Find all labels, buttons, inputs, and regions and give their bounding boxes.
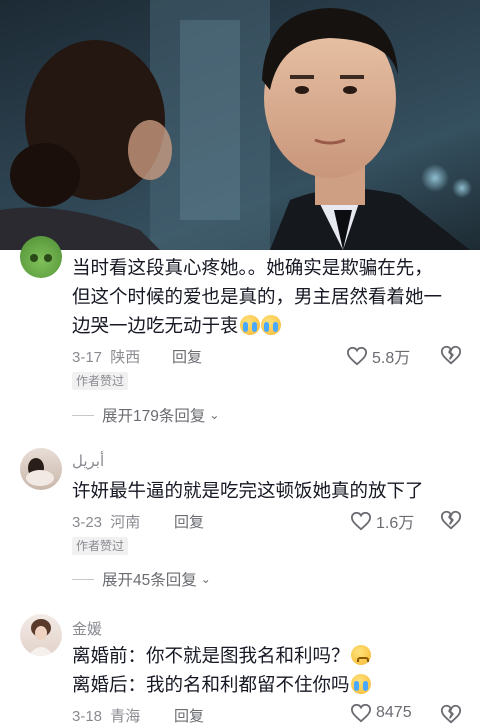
author-liked-badge: 作者赞过 [72,372,129,390]
comment-line: 离婚前：你不就是图我名和利吗？ [72,645,350,666]
comment-meta: 3-17 陕西 [72,346,140,367]
crying-emoji-icon [239,315,260,335]
reply-button[interactable]: 回复 [174,511,204,532]
broken-heart-icon[interactable] [440,509,462,531]
comment-text: 许妍最牛逼的就是吃完这顿饭她真的放下了 [72,476,468,505]
comment-username[interactable]: 金媛 [72,618,102,639]
comment-location: 陕西 [110,349,141,366]
chevron-down-icon: ⌄ [209,408,220,422]
video-scene [0,0,472,250]
comment-line-with-emoji: 边哭一边吃无动于衷 [72,311,468,340]
avatar-image-icon [30,254,52,262]
comment-date: 3-17 [72,349,103,366]
comment-line: 边哭一边吃无动于衷 [72,315,239,336]
comment-line-with-emoji: 离婚后：我的名和利都留不住你吗 [72,670,468,699]
like-button[interactable]: 1.6万 [350,509,414,533]
comment-meta: 3-23 河南 [72,511,140,532]
comment-date: 3-23 [72,514,103,531]
like-count: 8475 [376,704,412,721]
comment-date: 3-18 [72,708,103,725]
heart-outline-icon [346,346,368,366]
comment-line: 许妍最牛逼的就是吃完这顿饭她真的放下了 [72,480,424,501]
chevron-down-icon: ⌄ [200,572,211,586]
like-button[interactable]: 5.8万 [346,344,410,368]
expand-divider [72,414,94,416]
reply-button[interactable]: 回复 [172,346,202,367]
avatar[interactable] [20,448,62,490]
comment-location: 河南 [110,514,141,531]
crying-emoji-icon [350,674,371,694]
expand-replies-label: 展开179条回复 [102,408,206,425]
avatar-image-icon [26,458,54,486]
expand-replies[interactable]: 展开179条回复 ⌄ [72,404,219,426]
expand-divider [72,578,94,580]
crying-emoji-icon [260,315,281,335]
heart-outline-icon [350,703,372,723]
avatar[interactable] [20,236,62,278]
broken-heart-icon[interactable] [440,703,462,725]
comment-location: 青海 [110,708,141,725]
comment-line: 当时看这段真心疼她。。她确实是欺骗在先， [72,257,433,278]
comment-meta: 3-18 青海 [72,705,140,726]
expand-replies[interactable]: 展开45条回复 ⌄ [72,568,211,590]
comment-text: 当时看这段真心疼她。。她确实是欺骗在先， 但这个时候的爱也是真的，男主居然看着她… [72,253,468,340]
reply-button[interactable]: 回复 [174,705,204,726]
expand-replies-label: 展开45条回复 [102,572,197,589]
comment-line-with-emoji: 离婚前：你不就是图我名和利吗？ [72,641,468,670]
avatar[interactable] [20,614,62,656]
heart-outline-icon [350,511,372,531]
comment-line: 但这个时候的爱也是真的，男主居然看着她一 [72,286,443,307]
author-liked-badge: 作者赞过 [72,537,129,555]
video-frame[interactable] [0,0,480,250]
like-count: 1.6万 [376,515,415,532]
comment-line: 离婚后：我的名和利都留不住你吗 [72,674,350,695]
sad-emoji-icon [350,645,371,665]
broken-heart-icon[interactable] [440,344,462,366]
avatar-image-icon [28,619,54,656]
like-count: 5.8万 [372,350,411,367]
comment-text: 离婚前：你不就是图我名和利吗？ 离婚后：我的名和利都留不住你吗 [72,641,468,699]
comment-username[interactable]: أبريل [72,452,104,470]
like-button[interactable]: 8475 [350,703,412,723]
